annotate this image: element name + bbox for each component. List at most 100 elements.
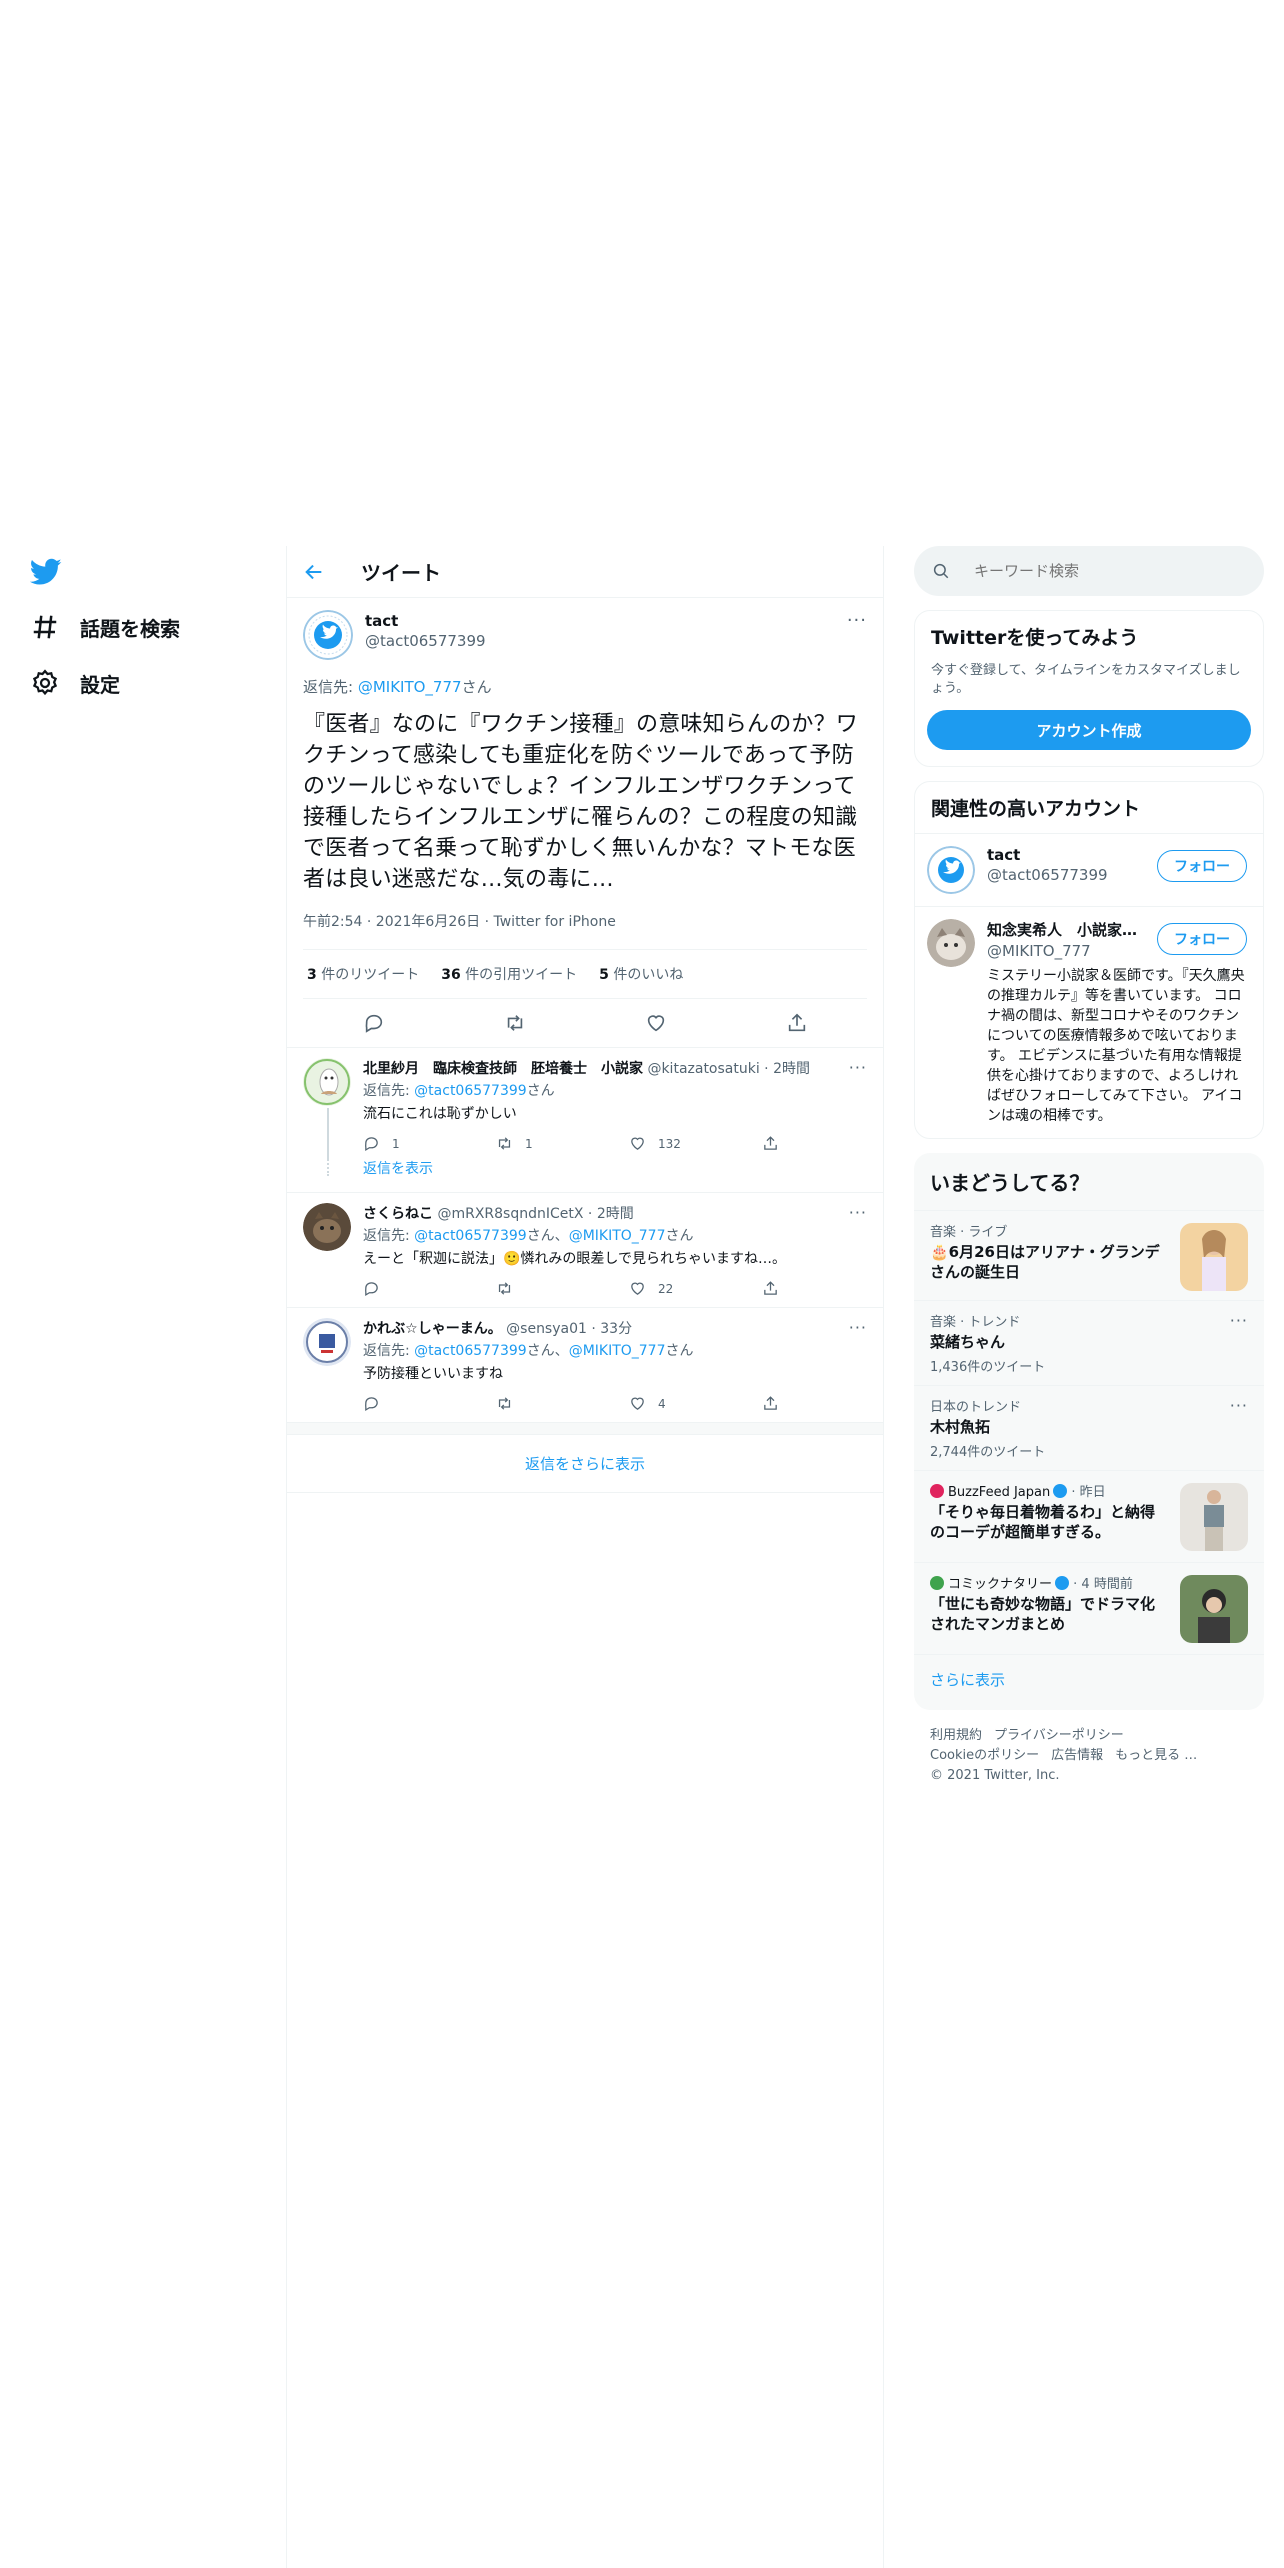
retweet-icon[interactable] <box>504 1012 526 1034</box>
reply-item[interactable]: かれぶ☆しゃーまん。 @sensya01 · 33分 返信先: @tact065… <box>287 1308 883 1423</box>
reply-action[interactable] <box>363 1395 496 1412</box>
more-options-icon[interactable]: ··· <box>1230 1311 1248 1330</box>
like-count: 22 <box>658 1281 674 1296</box>
like-stat[interactable]: 5 件のいいね <box>599 964 683 984</box>
trend-item[interactable]: 音楽 · ライブ 🎂6月26日はアリアナ・グランデさんの誕生日 <box>914 1210 1264 1300</box>
like-icon[interactable] <box>645 1012 667 1034</box>
reply-author-handle[interactable]: @sensya01 <box>506 1321 587 1337</box>
mention-suffix: さん <box>665 1343 694 1359</box>
reply-actions: 1 1 132 <box>363 1135 895 1152</box>
cookie-link[interactable]: Cookieのポリシー <box>930 1748 1039 1763</box>
reply-time[interactable]: · 2時間 <box>760 1061 810 1077</box>
terms-link[interactable]: 利用規約 <box>930 1728 982 1743</box>
more-options-icon[interactable]: ··· <box>849 1203 867 1222</box>
reply-author-name[interactable]: 北里紗月 臨床検査技師 胚培養士 小説家 <box>363 1061 643 1077</box>
reply-author-handle[interactable]: @mRXR8sqndnICetX <box>437 1206 583 1222</box>
retweet-icon <box>498 1137 511 1150</box>
trend-count: 2,744件のツイート <box>930 1445 1046 1460</box>
share-action[interactable] <box>762 1395 895 1412</box>
like-action[interactable]: 22 <box>629 1280 762 1297</box>
search-input[interactable] <box>974 562 1234 580</box>
account-name[interactable]: 知念実希人 小説家… <box>987 919 1147 940</box>
mention-suffix: さん <box>526 1083 555 1099</box>
share-action[interactable] <box>762 1135 895 1152</box>
tweet-timestamp[interactable]: 午前2:54 · 2021年6月26日 · Twitter for iPhone <box>303 911 867 950</box>
nav-explore[interactable]: 話題を検索 <box>30 612 180 642</box>
reply-author-name[interactable]: さくらねこ <box>363 1206 433 1222</box>
retweet-action[interactable]: 1 <box>496 1135 629 1152</box>
share-icon[interactable] <box>786 1012 808 1034</box>
search-box[interactable] <box>914 546 1264 596</box>
mention-link[interactable]: @tact06577399 <box>414 1343 527 1359</box>
trend-item[interactable]: コミックナタリー · 4 時間前 「世にも奇妙な物語」でドラマ化されたマンガまと… <box>914 1562 1264 1654</box>
trend-item[interactable]: 音楽 · トレンド 菜緒ちゃん 1,436件のツイート ··· <box>914 1300 1264 1385</box>
follow-button[interactable]: フォロー <box>1157 850 1247 882</box>
more-options-icon[interactable]: ··· <box>849 1318 867 1337</box>
avatar[interactable] <box>303 1203 351 1251</box>
account-handle[interactable]: @MIKITO_777 <box>987 942 1147 960</box>
reply-to-line: 返信先: @tact06577399さん <box>363 1080 895 1100</box>
show-replies-link[interactable]: 返信を表示 <box>287 1156 883 1193</box>
retweets-label: 件のリツイート <box>316 967 420 983</box>
reply-icon[interactable] <box>363 1012 385 1034</box>
quote-stat[interactable]: 36 件の引用ツイート <box>441 964 577 984</box>
more-link[interactable]: もっと見る … <box>1115 1748 1197 1763</box>
account-handle[interactable]: @tact06577399 <box>987 866 1147 884</box>
retweet-action[interactable] <box>496 1280 629 1297</box>
trend-title: 🎂6月26日はアリアナ・グランデさんの誕生日 <box>930 1243 1160 1281</box>
related-accounts-card: 関連性の高いアカウント tact @tact06577399 フォロー 知念実希… <box>914 781 1264 1139</box>
quotes-count: 36 <box>441 967 461 983</box>
like-action[interactable]: 132 <box>629 1135 762 1152</box>
retweet-stat[interactable]: 3 件のリツイート <box>307 964 419 984</box>
more-options-icon[interactable]: ··· <box>849 1058 867 1077</box>
mention-link[interactable]: @tact06577399 <box>414 1083 527 1099</box>
reply-time[interactable]: · 2時間 <box>583 1206 634 1222</box>
trend-item[interactable]: 日本のトレンド 木村魚拓 2,744件のツイート ··· <box>914 1385 1264 1470</box>
reply-item[interactable]: 北里紗月 臨床検査技師 胚培養士 小説家 @kitazatosatuki · 2… <box>287 1048 883 1162</box>
privacy-link[interactable]: プライバシーポリシー <box>994 1728 1124 1743</box>
related-title: 関連性の高いアカウント <box>931 798 1141 820</box>
show-more-trends-link[interactable]: さらに表示 <box>914 1654 1264 1710</box>
create-account-button[interactable]: アカウント作成 <box>927 710 1251 750</box>
reply-actions: 4 <box>363 1395 895 1412</box>
back-arrow-icon[interactable] <box>303 561 325 583</box>
reply-author-handle[interactable]: @kitazatosatuki <box>647 1061 759 1077</box>
account-name[interactable]: tact <box>987 846 1147 864</box>
mention-link[interactable]: @tact06577399 <box>414 1228 527 1244</box>
author-name[interactable]: tact <box>365 612 486 630</box>
avatar[interactable] <box>927 919 975 967</box>
avatar[interactable] <box>303 1058 351 1106</box>
reply-item[interactable]: さくらねこ @mRXR8sqndnICetX · 2時間 返信先: @tact0… <box>287 1193 883 1308</box>
avatar[interactable] <box>303 1318 351 1366</box>
avatar[interactable] <box>927 846 975 894</box>
author-handle[interactable]: @tact06577399 <box>365 632 486 650</box>
reply-time[interactable]: · 33分 <box>587 1321 632 1337</box>
share-action[interactable] <box>762 1280 895 1297</box>
trend-time: · 4 時間前 <box>1069 1577 1133 1592</box>
like-icon <box>631 1282 644 1295</box>
like-action[interactable]: 4 <box>629 1395 762 1412</box>
reply-action[interactable]: 1 <box>363 1135 496 1152</box>
account-item[interactable]: 知念実希人 小説家… @MIKITO_777 ミステリー小説家＆医師です。『天久… <box>915 906 1263 1138</box>
mention-link[interactable]: @MIKITO_777 <box>569 1228 666 1244</box>
follow-button[interactable]: フォロー <box>1157 923 1247 955</box>
show-more-replies-button[interactable]: 返信をさらに表示 <box>287 1435 883 1493</box>
more-options-icon[interactable]: ··· <box>1230 1396 1248 1415</box>
more-options-icon[interactable]: ··· <box>847 610 867 631</box>
retweet-action[interactable] <box>496 1395 629 1412</box>
ads-link[interactable]: 広告情報 <box>1051 1748 1103 1763</box>
right-sidebar: Twitterを使ってみよう 今すぐ登録して、タイムラインをカスタマイズしましょ… <box>914 546 1264 1802</box>
trend-item[interactable]: BuzzFeed Japan · 昨日 「そりゃ毎日着物着るわ」と納得のコーデが… <box>914 1470 1264 1562</box>
twitter-logo-icon[interactable] <box>30 558 62 586</box>
reply-target-link[interactable]: @MIKITO_777 <box>358 678 462 696</box>
avatar[interactable] <box>303 610 353 660</box>
reply-action[interactable] <box>363 1280 496 1297</box>
like-count: 4 <box>658 1396 666 1411</box>
account-item[interactable]: tact @tact06577399 フォロー <box>915 833 1263 906</box>
nav-settings[interactable]: 設定 <box>30 668 120 698</box>
reply-author-name[interactable]: かれぶ☆しゃーまん。 <box>363 1321 502 1337</box>
mention-link[interactable]: @MIKITO_777 <box>569 1343 666 1359</box>
thread-dots <box>327 1156 329 1176</box>
tweet-actions <box>303 999 867 1047</box>
trend-title: 菜緒ちゃん <box>930 1333 1006 1351</box>
